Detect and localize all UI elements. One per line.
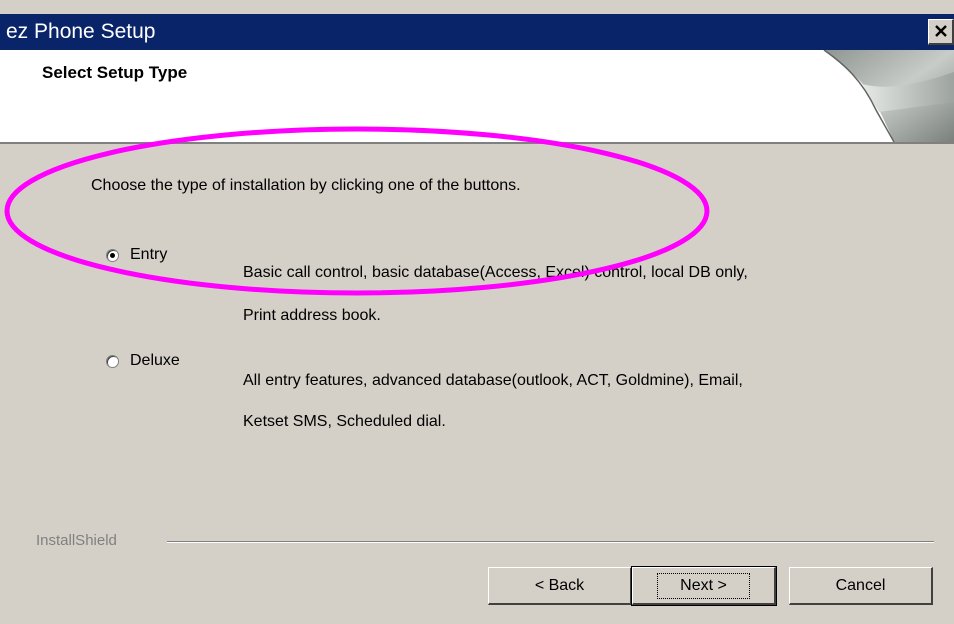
setup-dialog: ez Phone Setup Select Setup Type Choose …: [0, 0, 954, 624]
close-button[interactable]: [928, 19, 954, 45]
header-panel: Select Setup Type: [0, 50, 954, 144]
radio-entry[interactable]: Entry: [106, 246, 167, 264]
deluxe-description-line-1: All entry features, advanced database(ou…: [243, 372, 743, 389]
radio-deluxe[interactable]: Deluxe: [106, 352, 180, 370]
deluxe-description-line-2: Ketset SMS, Scheduled dial.: [243, 413, 446, 430]
close-x-icon: [935, 25, 947, 37]
radio-button-checked[interactable]: [106, 248, 119, 262]
entry-description-line-2: Print address book.: [243, 307, 381, 324]
next-button[interactable]: Next >: [631, 566, 777, 606]
installshield-brand: InstallShield: [36, 532, 117, 549]
window-title: ez Phone Setup: [6, 20, 156, 43]
radio-button-unchecked[interactable]: [106, 354, 119, 368]
radio-label-deluxe: Deluxe: [130, 352, 180, 369]
next-button-label: Next >: [657, 572, 750, 599]
radio-label-entry: Entry: [130, 246, 168, 263]
footer-divider: [167, 541, 934, 543]
title-bar[interactable]: ez Phone Setup: [0, 14, 954, 50]
cancel-button[interactable]: Cancel: [789, 567, 933, 605]
back-button[interactable]: < Back: [488, 567, 632, 605]
curled-page-graphic: [823, 50, 954, 142]
page-title: Select Setup Type: [42, 63, 188, 82]
instruction-text: Choose the type of installation by click…: [91, 177, 521, 194]
entry-description-line-1: Basic call control, basic database(Acces…: [243, 264, 748, 281]
